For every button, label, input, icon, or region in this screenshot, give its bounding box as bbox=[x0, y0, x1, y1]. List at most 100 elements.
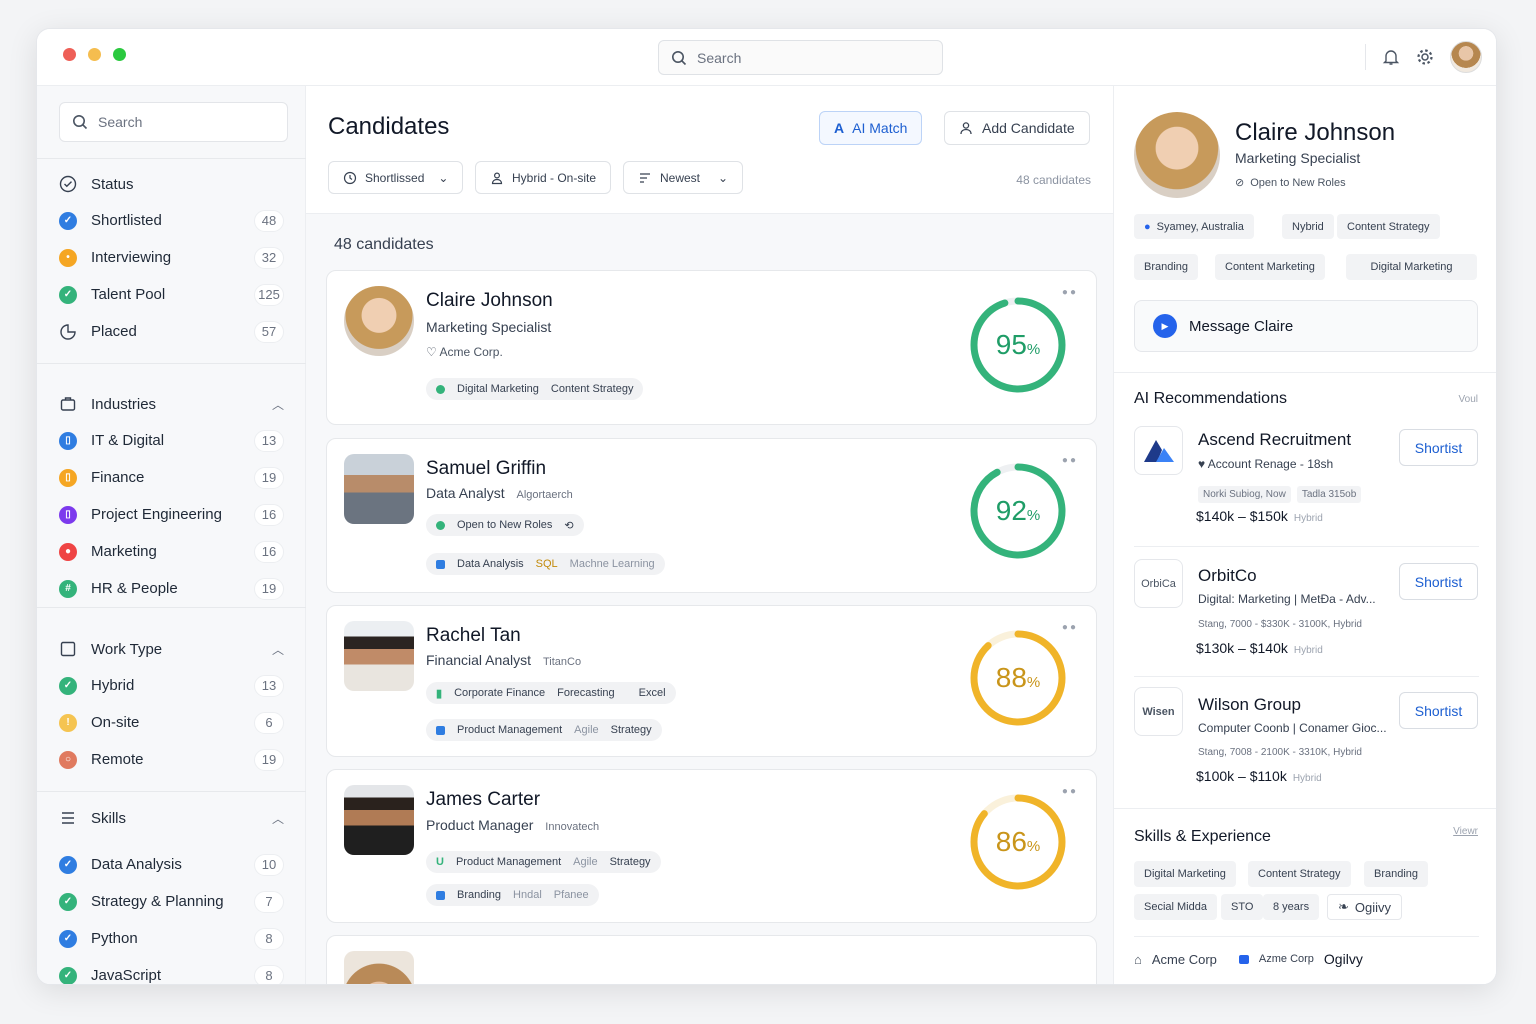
skill-tag: STO bbox=[1221, 894, 1264, 920]
work-type-item-remote[interactable]: ○ Remote 19 bbox=[37, 741, 306, 778]
work-type-filter-dropdown[interactable]: Hybrid - On-site bbox=[475, 161, 612, 194]
candidate-name[interactable]: James Carter bbox=[426, 789, 540, 811]
check-circle-icon bbox=[59, 175, 77, 193]
industry-item-finance[interactable]: ▯ Finance 19 bbox=[37, 459, 306, 496]
match-score-ring: 92% bbox=[968, 461, 1068, 561]
chevron-up-icon[interactable]: ︿ bbox=[272, 641, 284, 658]
profile-tag: Nybrid bbox=[1282, 214, 1334, 239]
shortlist-button[interactable]: Shortist bbox=[1399, 429, 1478, 466]
mountain-logo-icon bbox=[1143, 439, 1174, 462]
ai-match-button[interactable]: A AI Match bbox=[819, 111, 923, 145]
sort-dropdown[interactable]: Newest ⌄ bbox=[623, 161, 744, 194]
heart-icon: ♥ bbox=[1198, 457, 1206, 471]
bell-icon[interactable] bbox=[1382, 48, 1400, 66]
industries-header[interactable]: Industries ︿ bbox=[37, 386, 306, 422]
profile-role: Marketing Specialist bbox=[1235, 150, 1361, 166]
rec-meta: Stang, 7000 - $330K - 3100K, Hybrid bbox=[1198, 619, 1362, 630]
company-label: Acme Corp. bbox=[439, 345, 503, 359]
skill-item-count: 10 bbox=[254, 853, 284, 876]
status-item-shortlisted[interactable]: ✓ Shortlisted 48 bbox=[37, 202, 306, 239]
candidate-count: 48 candidates bbox=[1016, 173, 1091, 187]
check-icon: ✓ bbox=[59, 929, 77, 948]
app-window: Search Search Status ✓ Shortlisted 48 • … bbox=[36, 28, 1497, 985]
pin-icon: ! bbox=[59, 713, 77, 732]
score-text: 95% bbox=[968, 295, 1068, 395]
industries-title: Industries bbox=[91, 395, 157, 413]
status-item-talent-pool[interactable]: ✓ Talent Pool 125 bbox=[37, 276, 306, 313]
target-icon: ● bbox=[59, 542, 77, 561]
rec-company-name[interactable]: Wilson Group bbox=[1198, 695, 1301, 715]
work-type-item-hybrid[interactable]: ✓ Hybrid 13 bbox=[37, 667, 306, 704]
skills-group: Skills ︿ ✓ Data Analysis 10 ✓ Strategy &… bbox=[37, 800, 306, 984]
global-search-input[interactable]: Search bbox=[658, 40, 943, 75]
skill-item-data-analysis[interactable]: ✓ Data Analysis 10 bbox=[37, 846, 306, 883]
candidate-role: Product Manager bbox=[426, 817, 534, 833]
rec-company-name[interactable]: Ascend Recruitment bbox=[1198, 430, 1351, 450]
work-type-item-label: Remote bbox=[91, 751, 144, 768]
view-all-link[interactable]: Voul bbox=[1459, 394, 1478, 405]
skill-item-python[interactable]: ✓ Python 8 bbox=[37, 920, 306, 957]
industries-group: Industries ︿ ▯ IT & Digital 13 ▯ Finance… bbox=[37, 386, 306, 607]
rec-company-name[interactable]: OrbitCo bbox=[1198, 566, 1257, 586]
work-type-title: Work Type bbox=[91, 640, 163, 658]
sidebar-search-input[interactable]: Search bbox=[59, 102, 288, 142]
industry-item-it[interactable]: ▯ IT & Digital 13 bbox=[37, 422, 306, 459]
chevron-up-icon[interactable]: ︿ bbox=[272, 810, 284, 827]
message-button[interactable]: ▶ Message Claire bbox=[1134, 300, 1478, 352]
add-candidate-label: Add Candidate bbox=[982, 120, 1075, 136]
candidate-detail-panel: Claire Johnson Marketing Specialist ⊘ Op… bbox=[1113, 86, 1496, 984]
list-count-label: 48 candidates bbox=[334, 236, 434, 253]
candidate-card[interactable] bbox=[326, 935, 1097, 984]
candidate-card[interactable]: Samuel Griffin Data Analyst Algortaerch … bbox=[326, 438, 1097, 593]
leaf-icon: ❧ bbox=[1338, 899, 1349, 914]
candidate-card[interactable]: Rachel Tan Financial Analyst TitanCo ▮ C… bbox=[326, 605, 1097, 757]
rec-mode: Hybrid bbox=[1293, 645, 1323, 656]
shortlist-button[interactable]: Shortist bbox=[1399, 692, 1478, 729]
industry-item-hr[interactable]: # HR & People 19 bbox=[37, 570, 306, 607]
status-item-interviewing[interactable]: • Interviewing 32 bbox=[37, 239, 306, 276]
skill-chips: U Product Management Agile Strategy bbox=[426, 851, 661, 873]
industry-item-marketing[interactable]: ● Marketing 16 bbox=[37, 533, 306, 570]
percent-sign: % bbox=[1026, 340, 1041, 358]
status-filter-dropdown[interactable]: Shortlissed ⌄ bbox=[328, 161, 464, 194]
candidate-card[interactable]: Claire Johnson Marketing Specialist ♡ Ac… bbox=[326, 270, 1097, 425]
status-item-placed[interactable]: Placed 57 bbox=[37, 313, 306, 350]
candidate-photo bbox=[344, 951, 414, 984]
match-score-ring: 86% bbox=[968, 792, 1068, 892]
candidate-role: Marketing Specialist bbox=[426, 319, 552, 335]
shortlist-button[interactable]: Shortist bbox=[1399, 563, 1478, 600]
candidate-card[interactable]: James Carter Product Manager Innovatech … bbox=[326, 769, 1097, 923]
work-type-header[interactable]: Work Type ︿ bbox=[37, 631, 306, 667]
title-bar: Search bbox=[37, 29, 1496, 86]
divider bbox=[1365, 44, 1366, 70]
maximize-window-button[interactable] bbox=[113, 48, 126, 61]
status-item-count: 32 bbox=[254, 246, 284, 269]
rec-salary: $100k – $110k Hybrid bbox=[1196, 768, 1322, 784]
work-type-item-count: 13 bbox=[254, 674, 284, 697]
candidate-name[interactable]: Claire Johnson bbox=[426, 290, 553, 312]
user-avatar[interactable] bbox=[1450, 41, 1482, 73]
skill-chip: Pfanee bbox=[553, 889, 589, 901]
add-candidate-button[interactable]: Add Candidate bbox=[944, 111, 1090, 145]
search-icon bbox=[672, 50, 687, 65]
match-score-ring: 95% bbox=[968, 295, 1068, 395]
close-window-button[interactable] bbox=[63, 48, 76, 61]
rec-meta: Norki Subiog, Now Tadla 315ob bbox=[1198, 486, 1362, 503]
candidate-name[interactable]: Rachel Tan bbox=[426, 625, 521, 647]
candidate-name[interactable]: Samuel Griffin bbox=[426, 458, 546, 480]
gear-icon[interactable] bbox=[1416, 48, 1434, 66]
score-text: 92% bbox=[968, 461, 1068, 561]
u-icon: U bbox=[436, 856, 444, 868]
status-header[interactable]: Status bbox=[37, 166, 306, 202]
view-skills-link[interactable]: Viewr bbox=[1453, 826, 1478, 837]
skill-item-javascript[interactable]: ✓ JavaScript 8 bbox=[37, 957, 306, 984]
skill-item-label: Strategy & Planning bbox=[91, 893, 224, 910]
industry-item-project-engineering[interactable]: ▯ Project Engineering 16 bbox=[37, 496, 306, 533]
heart-icon: ♡ bbox=[426, 345, 437, 359]
chevron-down-icon: ⌄ bbox=[438, 170, 449, 185]
minimize-window-button[interactable] bbox=[88, 48, 101, 61]
chevron-up-icon[interactable]: ︿ bbox=[272, 396, 284, 413]
skill-item-strategy[interactable]: ✓ Strategy & Planning 7 bbox=[37, 883, 306, 920]
work-type-item-onsite[interactable]: ! On-site 6 bbox=[37, 704, 306, 741]
skills-header[interactable]: Skills ︿ bbox=[37, 800, 306, 836]
